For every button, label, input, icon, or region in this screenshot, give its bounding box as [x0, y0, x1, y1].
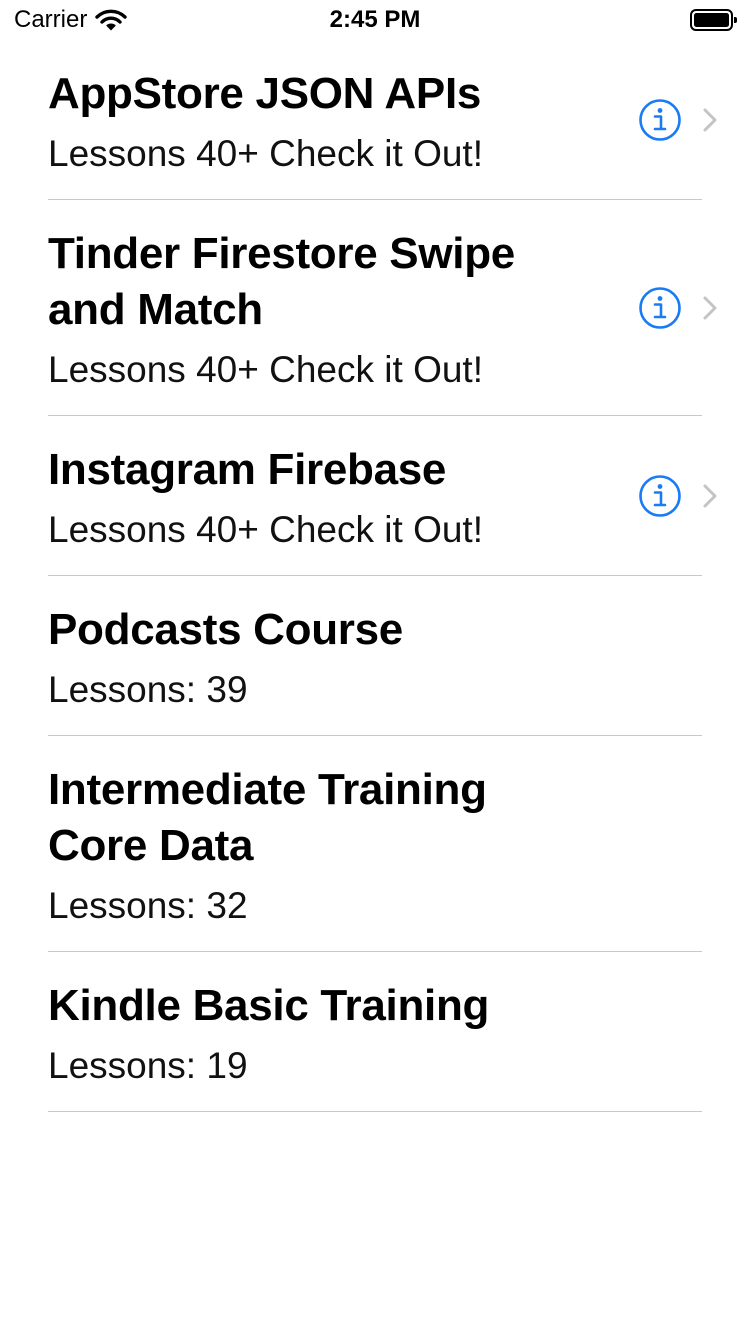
battery-icon — [690, 9, 737, 31]
course-row[interactable]: Kindle Basic Training Lessons: 19 — [0, 952, 750, 1112]
info-icon[interactable] — [638, 286, 682, 330]
info-icon[interactable] — [638, 474, 682, 518]
course-subtitle: Lessons: 39 — [48, 669, 248, 710]
course-subtitle: Lessons 40+ Check it Out! — [48, 133, 483, 174]
course-subtitle: Lessons: 32 — [48, 885, 248, 926]
status-bar: Carrier 2:45 PM — [0, 0, 750, 40]
detail-disclosure — [638, 286, 718, 330]
course-title: Podcasts Course — [48, 605, 403, 654]
course-row[interactable]: Tinder Firestore Swipe and Match Lessons… — [0, 200, 750, 416]
course-row[interactable]: Podcasts Course Lessons: 39 — [0, 576, 750, 736]
course-title: Kindle Basic Training — [48, 981, 490, 1030]
chevron-right-icon — [703, 108, 717, 132]
course-subtitle: Lessons 40+ Check it Out! — [48, 349, 483, 390]
course-row[interactable]: AppStore JSON APIs Lessons 40+ Check it … — [0, 40, 750, 200]
course-title: Tinder Firestore Swipe and Match — [48, 229, 515, 334]
detail-disclosure — [638, 474, 718, 518]
info-icon[interactable] — [638, 98, 682, 142]
course-title: Instagram Firebase — [48, 445, 447, 494]
detail-disclosure — [638, 98, 718, 142]
course-subtitle: Lessons 40+ Check it Out! — [48, 509, 483, 550]
course-subtitle: Lessons: 19 — [48, 1045, 248, 1086]
course-list: AppStore JSON APIs Lessons 40+ Check it … — [0, 40, 750, 1112]
chevron-right-icon — [703, 484, 717, 508]
course-row[interactable]: Intermediate Training Core Data Lessons:… — [0, 736, 750, 952]
course-title: Intermediate Training Core Data — [48, 765, 487, 870]
course-row[interactable]: Instagram Firebase Lessons 40+ Check it … — [0, 416, 750, 576]
chevron-right-icon — [703, 296, 717, 320]
status-time: 2:45 PM — [329, 6, 421, 33]
course-title: AppStore JSON APIs — [48, 69, 482, 118]
